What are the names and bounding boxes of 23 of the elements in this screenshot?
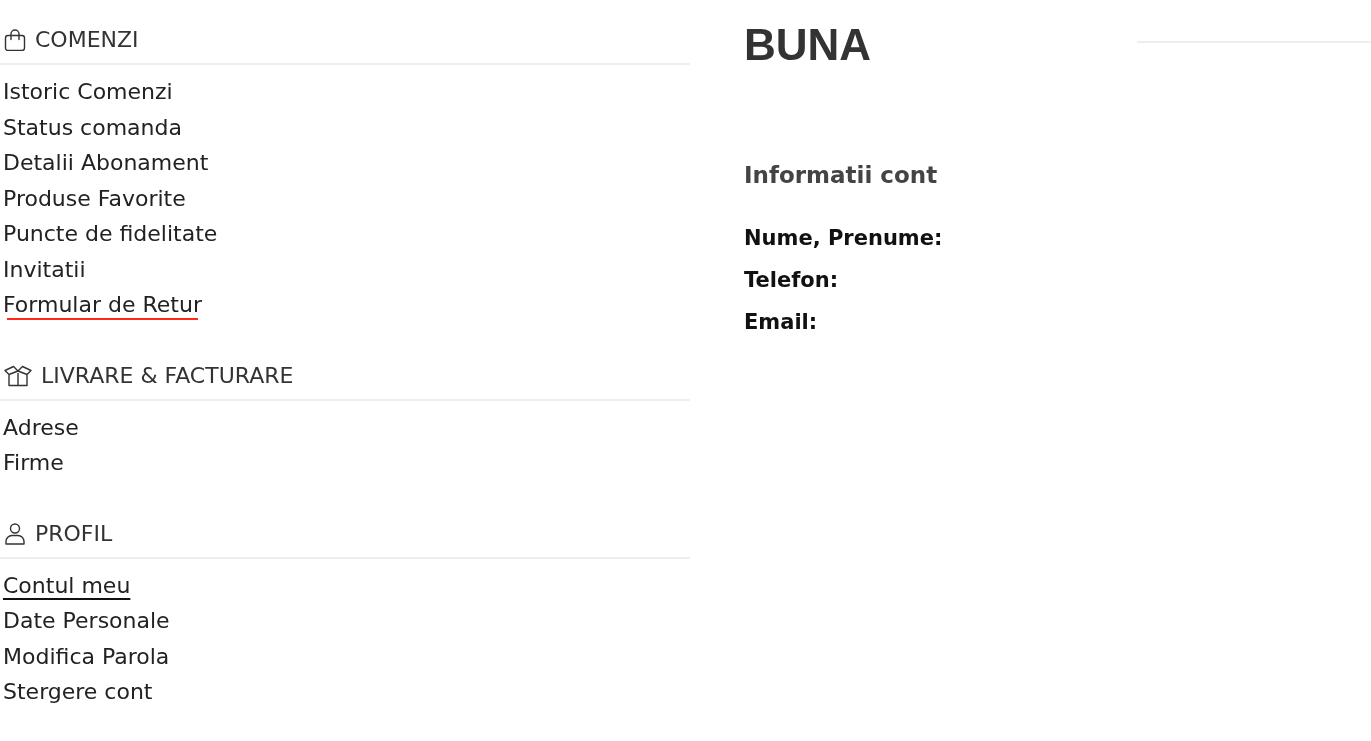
account-info-heading: Informatii cont xyxy=(744,161,938,190)
nav-link[interactable]: Istoric Comenzi xyxy=(3,76,173,107)
nav-link[interactable]: Detalii Abonament xyxy=(3,147,209,178)
nav-link[interactable]: Stergere cont xyxy=(3,676,153,707)
open-box-icon xyxy=(4,364,32,387)
shopping-bag-icon xyxy=(4,29,26,51)
field-label: Telefon: xyxy=(744,267,839,294)
greeting-heading: BUNA xyxy=(744,19,872,71)
section-heading: COMENZI xyxy=(35,26,139,54)
nav-link[interactable]: Contul meu xyxy=(3,569,131,601)
user-icon xyxy=(4,522,26,545)
nav-link[interactable]: Produse Favorite xyxy=(3,182,186,214)
field-label: Email: xyxy=(744,309,818,336)
nav-link[interactable]: Modifica Parola xyxy=(3,640,170,672)
nav-link[interactable]: Firme xyxy=(3,447,64,478)
nav-link[interactable]: Puncte de fidelitate xyxy=(3,218,218,249)
nav-link[interactable]: Invitatii xyxy=(3,253,86,285)
nav-link[interactable]: Date Personale xyxy=(3,605,170,636)
section-heading: LIVRARE & FACTURARE xyxy=(41,361,294,390)
section-heading: PROFIL xyxy=(35,519,113,548)
field-label: Nume, Prenume: xyxy=(744,225,943,252)
nav-link[interactable]: Adrese xyxy=(3,411,79,443)
nav-link[interactable]: Status comanda xyxy=(3,111,182,143)
